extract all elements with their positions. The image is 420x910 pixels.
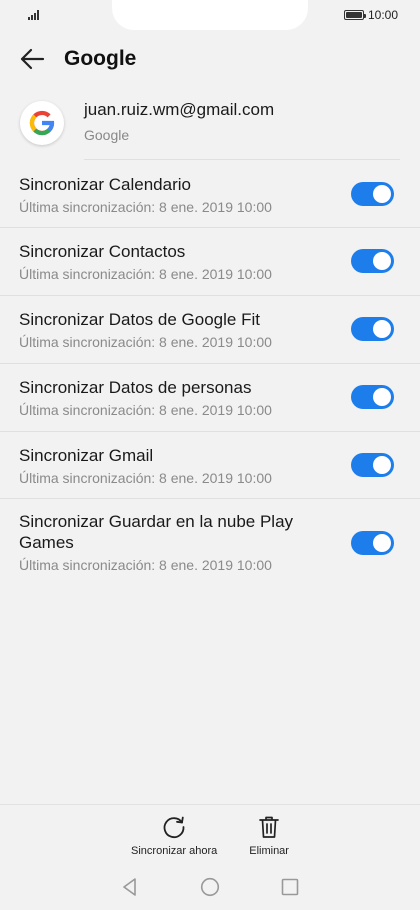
sync-row-title: Sincronizar Calendario <box>19 175 191 194</box>
sync-row-subtitle: Última sincronización: 8 ene. 2019 10:00 <box>19 199 272 215</box>
bottom-action-bar: Sincronizar ahora Eliminar <box>0 804 420 864</box>
page-title: Google <box>64 47 137 70</box>
nav-back-icon[interactable] <box>120 877 140 897</box>
battery-icon <box>343 10 367 20</box>
account-header: juan.ruiz.wm@gmail.com Google <box>0 94 420 160</box>
sync-row-gmail[interactable]: Sincronizar Gmail Última sincronización:… <box>0 432 420 499</box>
status-time: 10:00 <box>367 8 398 22</box>
sync-row-play-games[interactable]: Sincronizar Guardar en la nube Play Game… <box>0 499 420 589</box>
sync-icon <box>163 816 185 839</box>
sync-row-title: Sincronizar Contactos <box>19 242 186 261</box>
trash-icon <box>259 816 279 838</box>
sync-now-button[interactable]: Sincronizar ahora <box>131 805 217 864</box>
sync-row-title: Sincronizar Guardar en la nube Play Game… <box>19 512 294 552</box>
sync-row-calendario[interactable]: Sincronizar Calendario Última sincroniza… <box>0 160 420 228</box>
toggle-switch[interactable] <box>351 453 394 477</box>
sync-row-title: Sincronizar Datos de Google Fit <box>19 310 260 329</box>
sync-row-title: Sincronizar Datos de personas <box>19 378 252 397</box>
toggle-switch[interactable] <box>351 182 394 206</box>
back-arrow-icon <box>20 48 45 70</box>
toggle-switch[interactable] <box>351 385 394 409</box>
account-email: juan.ruiz.wm@gmail.com <box>84 100 275 119</box>
toggle-switch[interactable] <box>351 317 394 341</box>
sync-row-google-fit[interactable]: Sincronizar Datos de Google Fit Última s… <box>0 296 420 364</box>
sync-row-subtitle: Última sincronización: 8 ene. 2019 10:00 <box>19 470 272 486</box>
sync-row-subtitle: Última sincronización: 8 ene. 2019 10:00 <box>19 334 272 350</box>
back-button[interactable] <box>0 30 64 88</box>
account-provider: Google <box>84 127 130 143</box>
status-bar: 10:00 <box>0 0 420 30</box>
sync-row-subtitle: Última sincronización: 8 ene. 2019 10:00 <box>19 266 272 282</box>
toggle-switch[interactable] <box>351 531 394 555</box>
google-logo-icon <box>20 101 64 145</box>
sync-row-contactos[interactable]: Sincronizar Contactos Última sincronizac… <box>0 228 420 296</box>
sync-now-label: Sincronizar ahora <box>131 845 218 857</box>
nav-home-icon[interactable] <box>200 877 220 897</box>
delete-label: Eliminar <box>249 845 289 857</box>
status-right: 10:00 <box>343 8 398 22</box>
sync-row-subtitle: Última sincronización: 8 ene. 2019 10:00 <box>19 402 272 418</box>
app-bar: Google <box>0 30 420 88</box>
navigation-bar <box>0 864 420 910</box>
screen: 10:00 Google juan.ruiz.wm@gmail.com Goog… <box>0 0 420 910</box>
sync-row-subtitle: Última sincronización: 8 ene. 2019 10:00 <box>19 557 272 573</box>
nav-recents-icon[interactable] <box>280 877 300 897</box>
delete-button[interactable]: Eliminar <box>249 805 289 864</box>
sync-list: Sincronizar Calendario Última sincroniza… <box>0 160 420 589</box>
sync-row-personas[interactable]: Sincronizar Datos de personas Última sin… <box>0 364 420 432</box>
signal-icon <box>28 10 39 20</box>
sync-row-title: Sincronizar Gmail <box>19 446 154 465</box>
toggle-switch[interactable] <box>351 249 394 273</box>
